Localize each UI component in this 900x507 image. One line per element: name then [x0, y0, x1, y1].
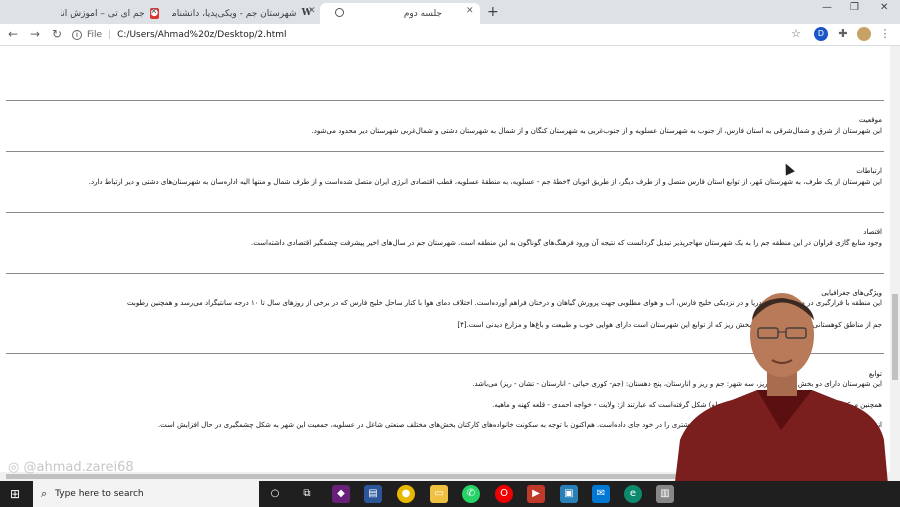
tab-session-two[interactable]: جلسه دوم: [320, 3, 480, 24]
section-heading: ارتباطات: [856, 167, 882, 175]
browser-toolbar: ← → ↻ i File | C:/Users/Ahmad%20z/Deskto…: [0, 24, 900, 46]
back-icon[interactable]: ←: [8, 27, 18, 41]
tab-title: جم آی تی – آموزش آنلاین: [61, 8, 145, 19]
tab-jamit[interactable]: ● جم آی تی – آموزش آنلاین ✕: [55, 3, 165, 24]
paragraph: این شهرستان از یک طرف، به شهرستان مُهر، …: [88, 178, 882, 186]
presenter-webcam-overlay: [672, 293, 890, 507]
vertical-scrollbar[interactable]: [890, 46, 900, 482]
windows-start-icon[interactable]: ⊞: [10, 487, 20, 501]
edge-icon[interactable]: e: [624, 485, 642, 503]
section-heading: موقعیت: [858, 116, 882, 124]
opera-icon[interactable]: O: [495, 485, 513, 503]
close-window-icon[interactable]: ✕: [880, 2, 888, 13]
url-separator: |: [108, 29, 112, 40]
divider: [6, 100, 884, 101]
menu-kebab-icon[interactable]: ⋮: [878, 27, 892, 41]
chrome-icon[interactable]: ●: [397, 485, 415, 503]
tab-title: شهرستان جم - ویکی‌پدیا، دانشنامهٔ: [172, 8, 297, 19]
tab-strip: ● جم آی تی – آموزش آنلاین ✕ W شهرستان جم…: [0, 0, 900, 24]
close-icon[interactable]: ✕: [308, 6, 316, 16]
reload-icon[interactable]: ↻: [52, 27, 62, 41]
vertical-scroll-thumb[interactable]: [892, 294, 898, 380]
divider: [6, 273, 884, 274]
cortana-icon[interactable]: ○: [266, 485, 284, 503]
search-icon: ⌕: [41, 487, 48, 500]
info-icon[interactable]: i: [72, 29, 82, 40]
camera-icon: ◎: [8, 460, 20, 475]
file-icon[interactable]: ▤: [364, 485, 382, 503]
close-icon[interactable]: ✕: [466, 6, 474, 16]
url-text[interactable]: C:/Users/Ahmad%20z/Desktop/2.html: [117, 30, 286, 40]
extensions-puzzle-icon[interactable]: ✚: [836, 27, 850, 41]
task-view-icon[interactable]: ⧉: [298, 485, 316, 503]
remote-desktop-icon[interactable]: ▣: [560, 485, 578, 503]
divider: [6, 212, 884, 213]
extension-shield-icon[interactable]: D: [814, 27, 828, 41]
bookmark-star-icon[interactable]: ☆: [789, 27, 803, 41]
restore-icon[interactable]: ❐: [850, 2, 859, 13]
close-icon[interactable]: ✕: [150, 7, 158, 17]
whatsapp-icon[interactable]: ✆: [462, 485, 480, 503]
visual-studio-icon[interactable]: ◆: [332, 485, 350, 503]
globe-icon: [335, 8, 344, 17]
mail-icon[interactable]: ✉: [592, 485, 610, 503]
file-explorer-icon[interactable]: ▭: [430, 485, 448, 503]
minimize-icon[interactable]: —: [822, 2, 832, 13]
paragraph: وجود منابع گازی فراوان در این منطقه جم ر…: [251, 239, 882, 247]
divider: [6, 151, 884, 152]
new-tab-button[interactable]: +: [487, 4, 499, 20]
watermark: ◎ @ahmad.zarei68: [8, 460, 134, 475]
media-player-icon[interactable]: ▶: [527, 485, 545, 503]
section-heading: اقتصاد: [863, 228, 882, 236]
watermark-text: @ahmad.zarei68: [23, 460, 134, 475]
profile-avatar[interactable]: [857, 27, 871, 41]
search-placeholder: Type here to search: [55, 489, 144, 499]
tab-title: جلسه دوم: [403, 8, 442, 19]
windows-taskbar: ⊞ ⌕ Type here to search ○ ⧉ ◆ ▤ ● ▭ ✆ O …: [0, 481, 900, 507]
forward-icon[interactable]: →: [30, 27, 40, 41]
tab-wikipedia[interactable]: W شهرستان جم - ویکی‌پدیا، دانشنامهٔ: [166, 3, 318, 24]
paragraph: این شهرستان از شرق و شمال‌شرقی به استان …: [311, 127, 882, 135]
url-scheme-label: File: [87, 29, 103, 40]
address-bar[interactable]: i File | C:/Users/Ahmad%20z/Desktop/2.ht…: [72, 26, 812, 43]
taskbar-search-box[interactable]: ⌕ Type here to search: [33, 481, 259, 507]
app-icon[interactable]: ▥: [656, 485, 674, 503]
